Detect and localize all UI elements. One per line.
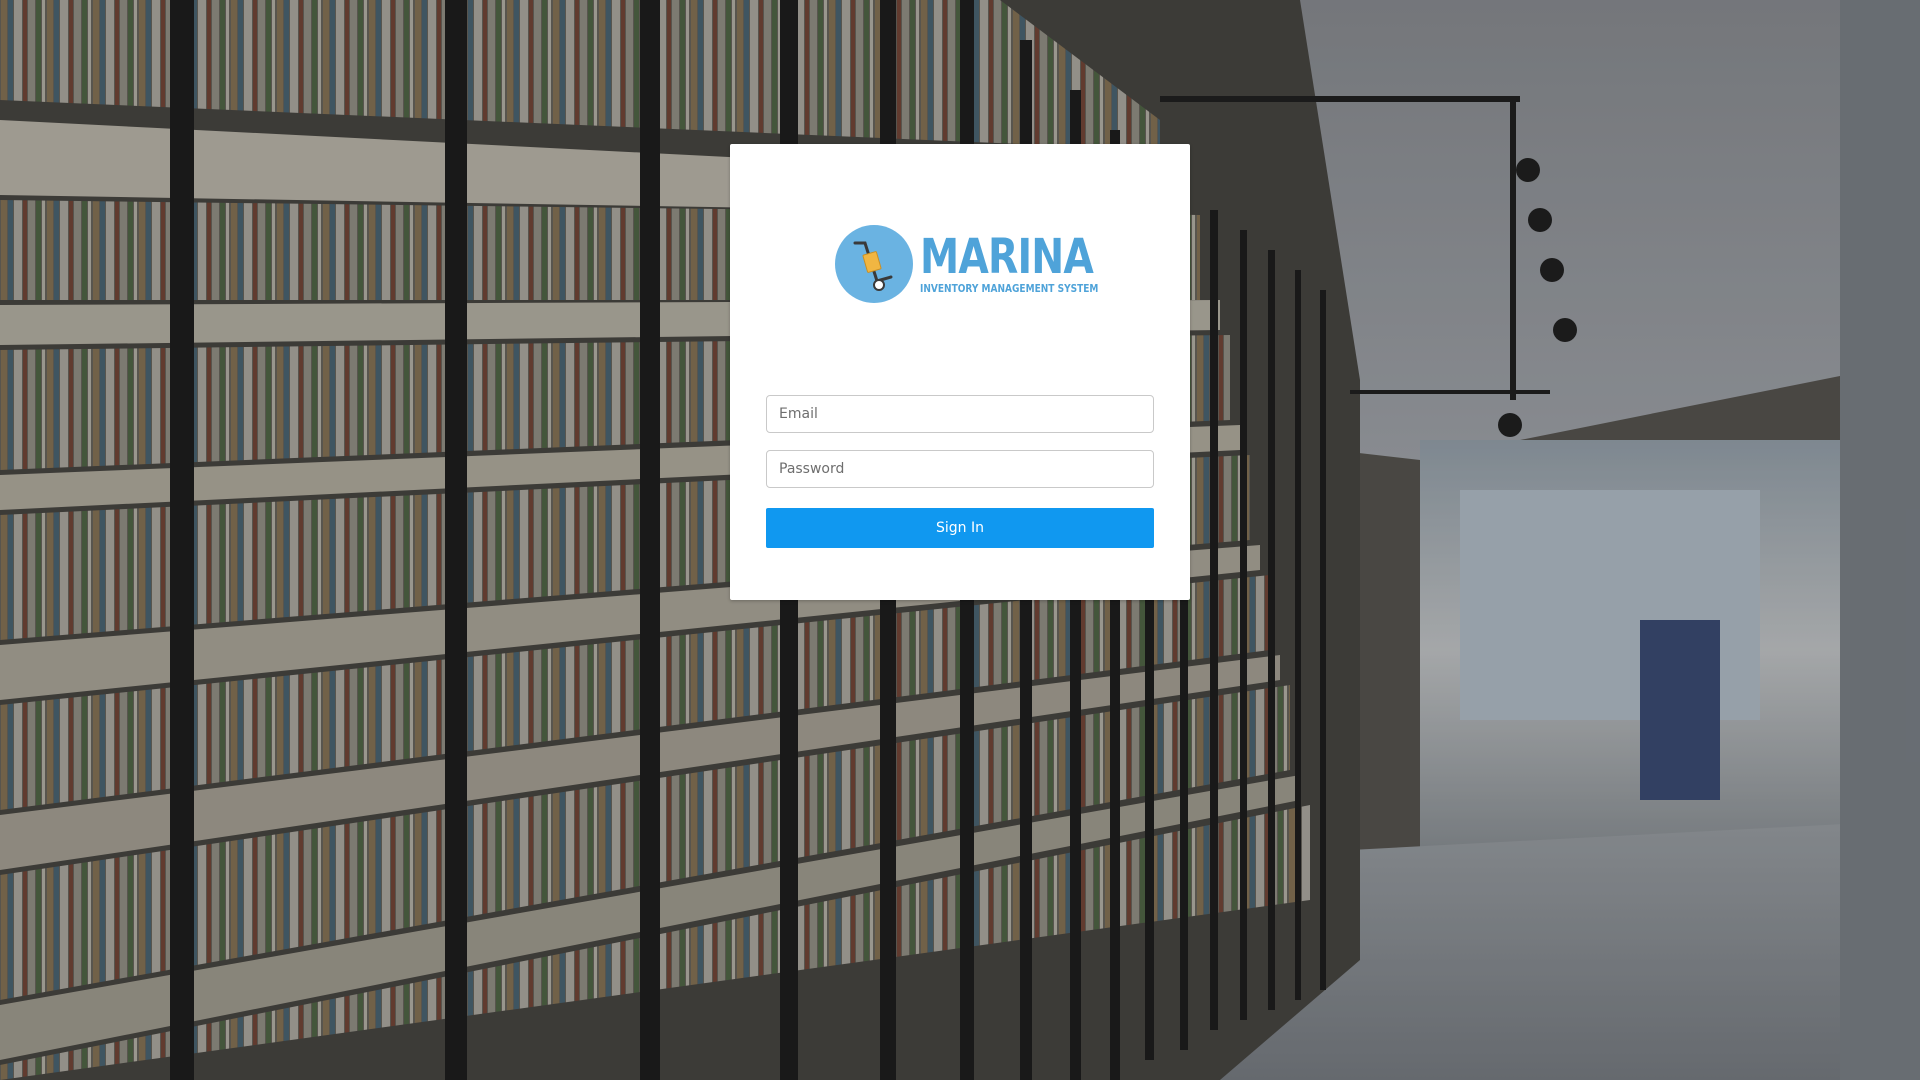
hand-truck-icon [835, 225, 913, 303]
brand-logo: MARINA INVENTORY MANAGEMENT SYSTEM [835, 224, 1098, 304]
email-field[interactable] [766, 395, 1154, 433]
sign-in-button[interactable]: Sign In [766, 508, 1154, 548]
login-card: MARINA INVENTORY MANAGEMENT SYSTEM Sign … [730, 144, 1190, 600]
brand-tagline: INVENTORY MANAGEMENT SYSTEM [920, 282, 1099, 295]
brand-wordmark: MARINA INVENTORY MANAGEMENT SYSTEM [920, 233, 1138, 295]
password-field[interactable] [766, 450, 1154, 488]
brand-name: MARINA [920, 229, 1094, 285]
